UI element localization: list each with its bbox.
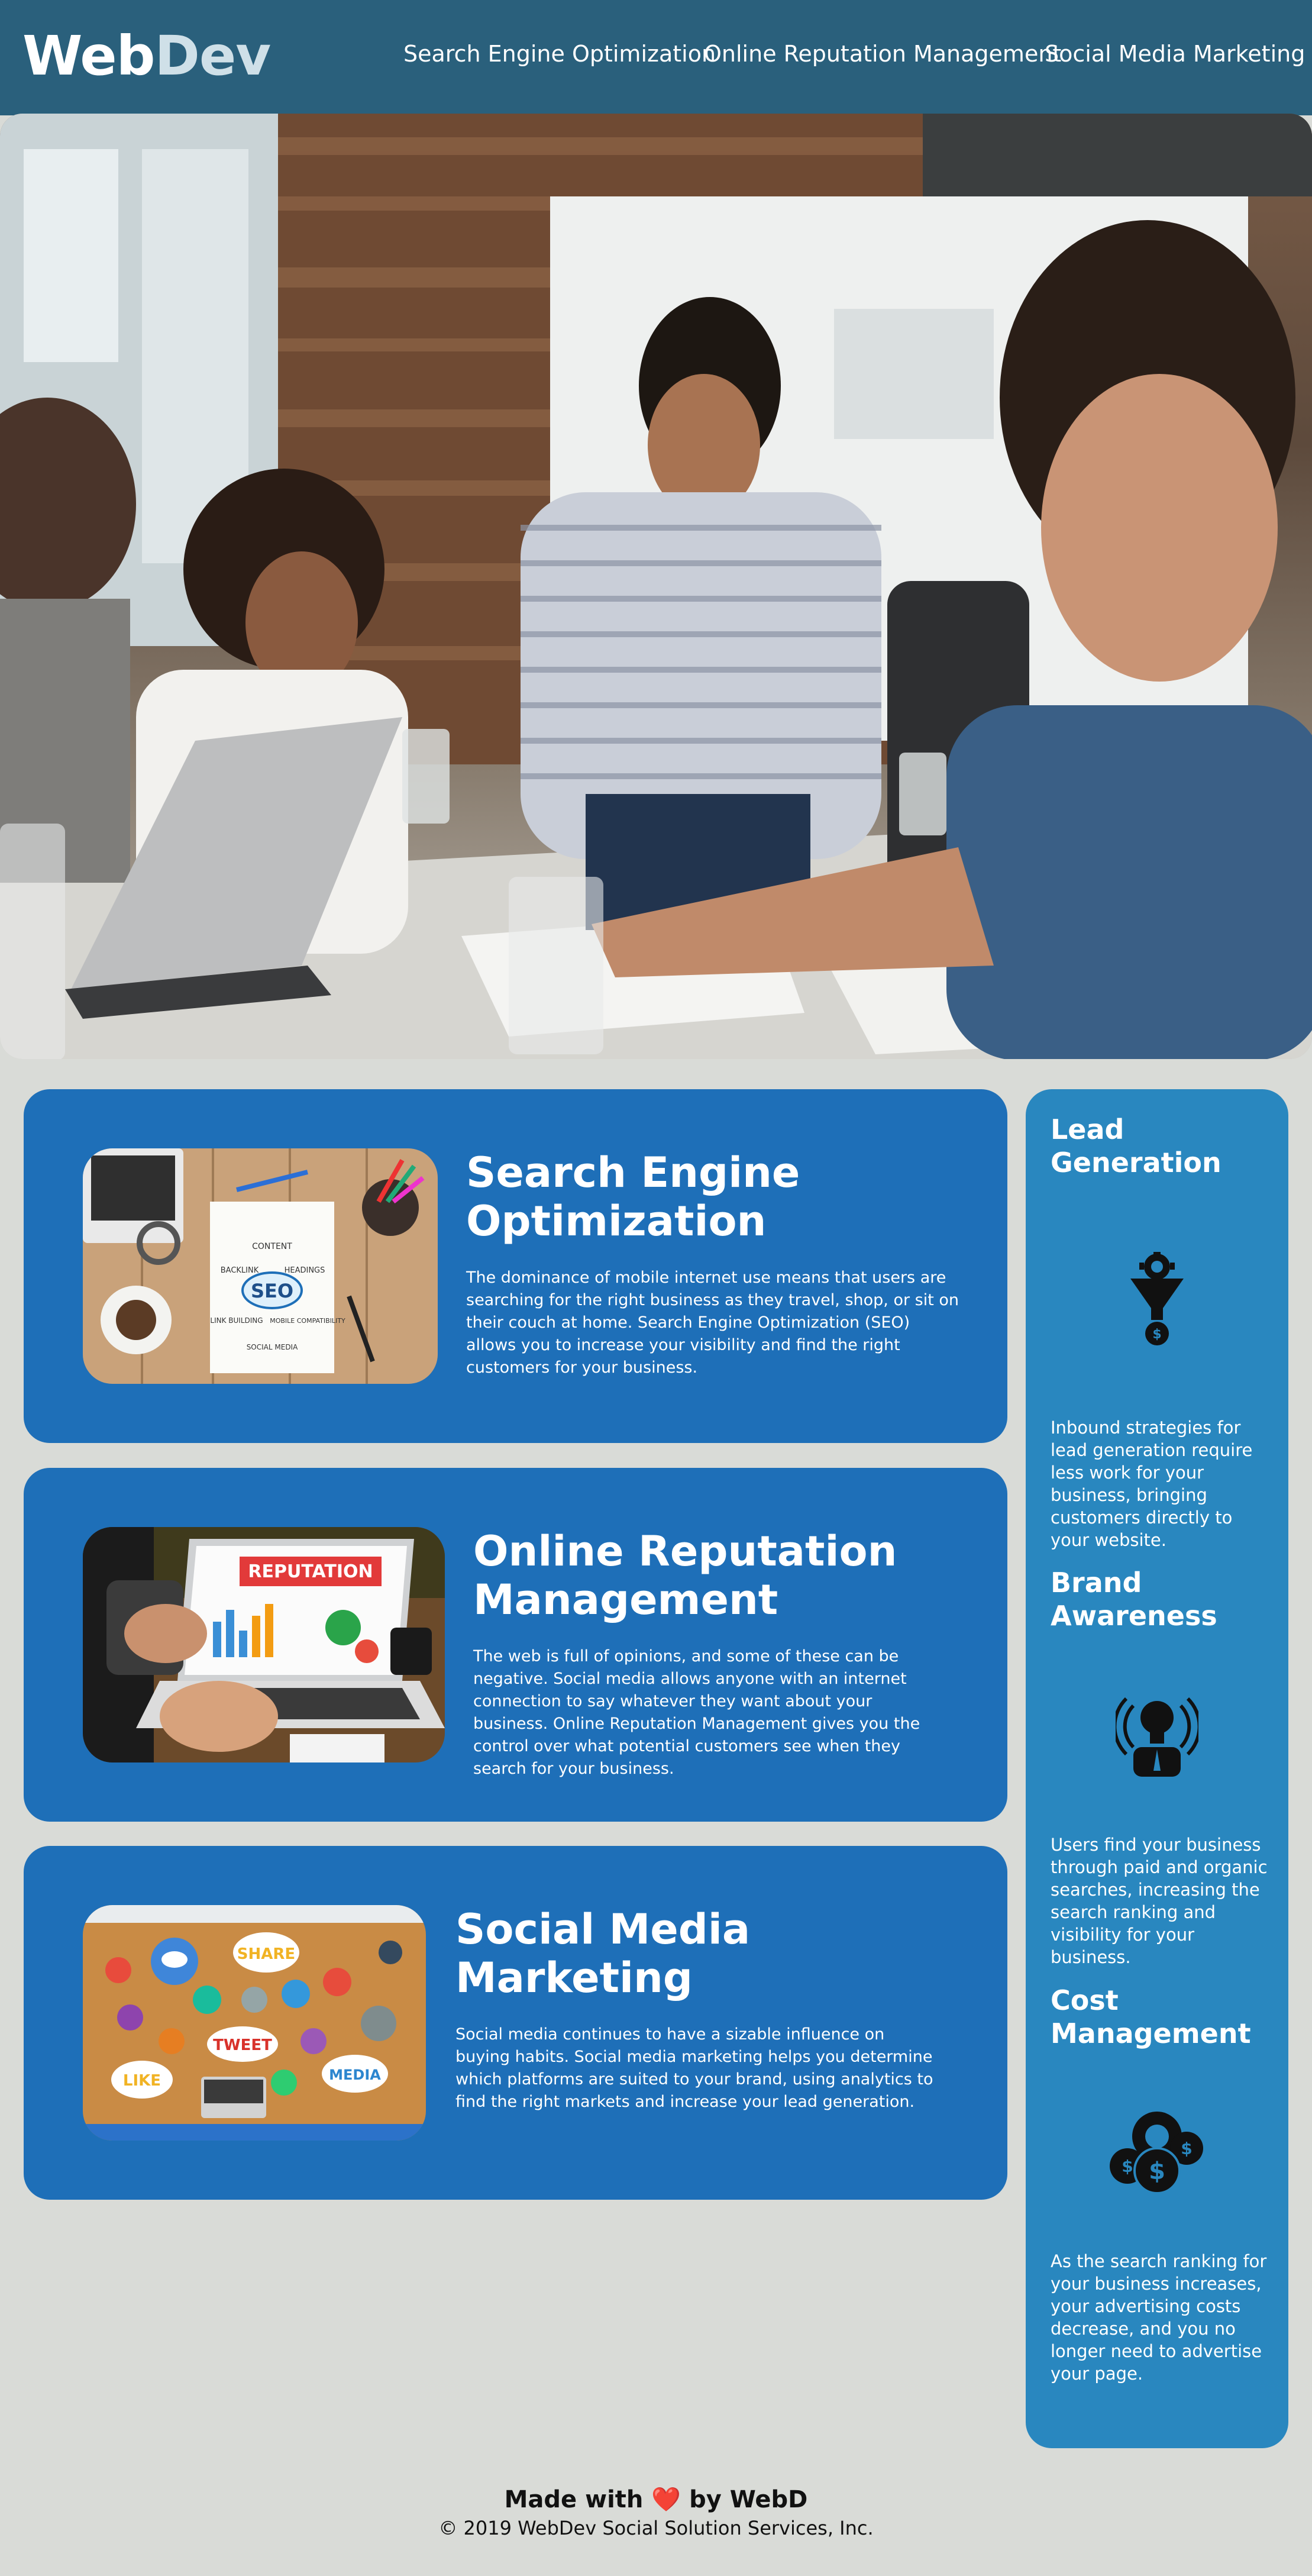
footer-made-with: Made with ❤️ by WebD	[0, 2485, 1312, 2514]
footer-made-suffix: by WebD	[689, 2486, 808, 2513]
svg-text:CONTENT: CONTENT	[252, 1242, 292, 1251]
benefit-text-cost: As the search ranking for your business …	[1051, 2251, 1267, 2384]
service-text-social: Social media continues to have a sizable…	[455, 2025, 933, 2111]
svg-text:REPUTATION: REPUTATION	[248, 1561, 373, 1582]
svg-text:LINK BUILDING: LINK BUILDING	[210, 1316, 263, 1325]
service-card-reputation: REPUTATION Online Reputation Management …	[24, 1468, 1007, 1822]
money-gears-icon: $ $ $	[1107, 2107, 1207, 2198]
logo-part-web: Web	[22, 24, 155, 88]
site-header: WebDev Search Engine Optimization Online…	[0, 0, 1312, 115]
svg-text:$: $	[1152, 1327, 1161, 1342]
lightbulb-person-icon	[1113, 1688, 1201, 1779]
logo[interactable]: WebDev	[22, 24, 271, 89]
svg-text:MEDIA: MEDIA	[329, 2067, 381, 2083]
heart-icon: ❤️	[651, 2486, 681, 2513]
footer-copyright: © 2019 WebDev Social Solution Services, …	[438, 2517, 874, 2539]
benefit-text-lead: Inbound strategies for lead generation r…	[1051, 1418, 1253, 1550]
svg-text:SEO: SEO	[251, 1280, 293, 1302]
benefit-text-brand: Users find your business through paid an…	[1051, 1835, 1268, 1967]
svg-text:HEADINGS: HEADINGS	[285, 1266, 325, 1275]
service-text-seo: The dominance of mobile internet use mea…	[466, 1268, 959, 1377]
service-title-social: Social Media Marketing	[455, 1905, 751, 2002]
seo-notebook-image: CONTENT BACKLINK HEADINGS SEO LINK BUILD…	[83, 1148, 438, 1384]
svg-text:SOCIAL MEDIA: SOCIAL MEDIA	[247, 1343, 298, 1351]
logo-part-dev: Dev	[154, 24, 271, 88]
service-card-seo: CONTENT BACKLINK HEADINGS SEO LINK BUILD…	[24, 1089, 1007, 1443]
benefit-title-brand: Brand Awareness	[1051, 1567, 1217, 1632]
svg-text:TWEET: TWEET	[213, 2036, 272, 2054]
team-meeting-photo	[0, 114, 1312, 1059]
svg-text:BACKLINK: BACKLINK	[221, 1266, 259, 1275]
social-media-table-image: SHARE TWEET LIKE MEDIA	[83, 1905, 426, 2141]
benefits-sidebar: Lead Generation $ Inbound strategies for…	[1026, 1089, 1288, 2448]
service-title-reputation: Online Reputation Management	[473, 1527, 897, 1624]
svg-text:MOBILE COMPATIBILITY: MOBILE COMPATIBILITY	[270, 1317, 345, 1325]
funnel-gear-icon: $	[1127, 1252, 1187, 1349]
hero-image	[0, 114, 1312, 1059]
nav-link-seo[interactable]: Search Engine Optimization	[403, 39, 716, 69]
service-card-social: SHARE TWEET LIKE MEDIA Social Media Mark…	[24, 1846, 1007, 2200]
footer-made-prefix: Made with	[504, 2486, 644, 2513]
benefit-title-cost: Cost Management	[1051, 1984, 1251, 2049]
reputation-laptop-image: REPUTATION	[83, 1527, 445, 1762]
service-title-seo: Search Engine Optimization	[466, 1148, 800, 1245]
service-text-reputation: The web is full of opinions, and some of…	[473, 1647, 920, 1778]
svg-text:$: $	[1181, 2139, 1192, 2158]
svg-text:$: $	[1122, 2157, 1133, 2176]
nav-link-reputation[interactable]: Online Reputation Management	[704, 39, 1061, 69]
nav-link-social[interactable]: Social Media Marketing	[1045, 39, 1305, 69]
svg-text:$: $	[1149, 2158, 1165, 2185]
benefit-title-lead: Lead Generation	[1051, 1113, 1221, 1179]
svg-text:SHARE: SHARE	[237, 1945, 295, 1963]
svg-text:LIKE: LIKE	[123, 2072, 161, 2090]
